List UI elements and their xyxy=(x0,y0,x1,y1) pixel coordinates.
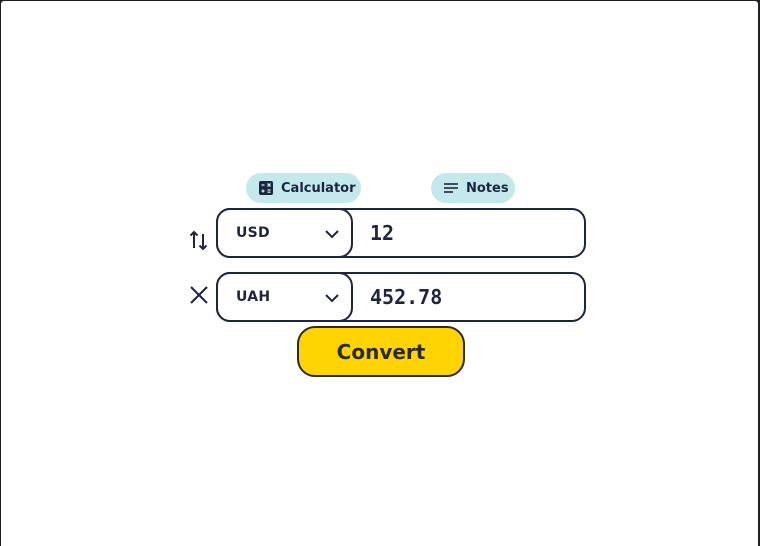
from-currency-select[interactable]: USD xyxy=(216,208,353,258)
calculator-tab[interactable]: Calculator xyxy=(246,173,361,203)
app-window: Calculator Notes USD 12 UAH 452.78 Conve… xyxy=(1,1,758,546)
from-currency-row: USD xyxy=(216,208,586,258)
notes-tab-label: Notes xyxy=(466,180,509,196)
to-amount-input[interactable] xyxy=(370,284,570,310)
to-currency-code: UAH xyxy=(236,289,271,305)
notes-icon xyxy=(443,180,459,196)
chevron-down-icon xyxy=(325,294,339,303)
notes-tab[interactable]: Notes xyxy=(431,173,515,203)
from-currency-code: USD xyxy=(236,225,270,241)
chevron-down-icon xyxy=(325,230,339,239)
close-icon[interactable] xyxy=(187,283,211,307)
convert-button[interactable]: Convert xyxy=(297,326,465,377)
to-currency-row: UAH xyxy=(216,272,586,322)
from-amount-input[interactable] xyxy=(370,220,570,246)
to-currency-select[interactable]: UAH xyxy=(216,272,353,322)
calculator-icon xyxy=(258,180,274,196)
calculator-tab-label: Calculator xyxy=(281,180,356,196)
swap-icon[interactable] xyxy=(187,228,211,252)
